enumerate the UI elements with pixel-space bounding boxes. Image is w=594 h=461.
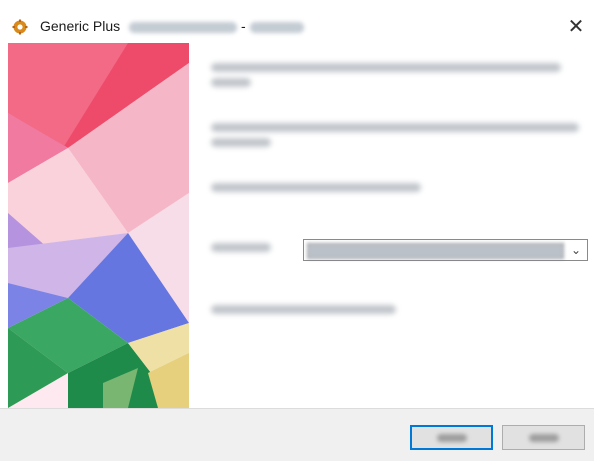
window-title-text: Generic Plus [40,18,121,34]
redacted-continue-text [211,305,396,314]
banner-image [8,43,189,408]
redacted-selected-language [307,243,564,259]
next-button[interactable] [410,425,493,450]
redacted-welcome-text [211,63,561,72]
redacted-title-part [129,22,238,33]
gear-icon [12,19,28,35]
redacted-description-text [211,123,579,132]
content-area: ⌄ [189,43,594,408]
left-edge [0,43,8,408]
cancel-button[interactable] [502,425,585,450]
button-bar [0,408,594,461]
chevron-down-icon[interactable]: ⌄ [567,241,585,259]
redacted-button-label [436,433,467,442]
window-title: Generic Plus - [40,18,304,34]
title-separator: - [240,18,250,34]
redacted-button-label [528,433,559,442]
banner-graphic [8,43,189,408]
title-bar: Generic Plus - ✕ [0,9,594,43]
redacted-welcome-text [211,78,251,87]
close-button[interactable]: ✕ [558,9,594,43]
redacted-language-label [211,243,271,252]
setup-dialog: Generic Plus - ✕ ⌄ [0,0,594,461]
redacted-description-text [211,138,271,147]
close-icon: ✕ [567,15,585,38]
top-strip [0,0,594,9]
redacted-version [249,22,304,33]
language-select[interactable]: ⌄ [303,239,588,261]
redacted-instruction-text [211,183,421,192]
